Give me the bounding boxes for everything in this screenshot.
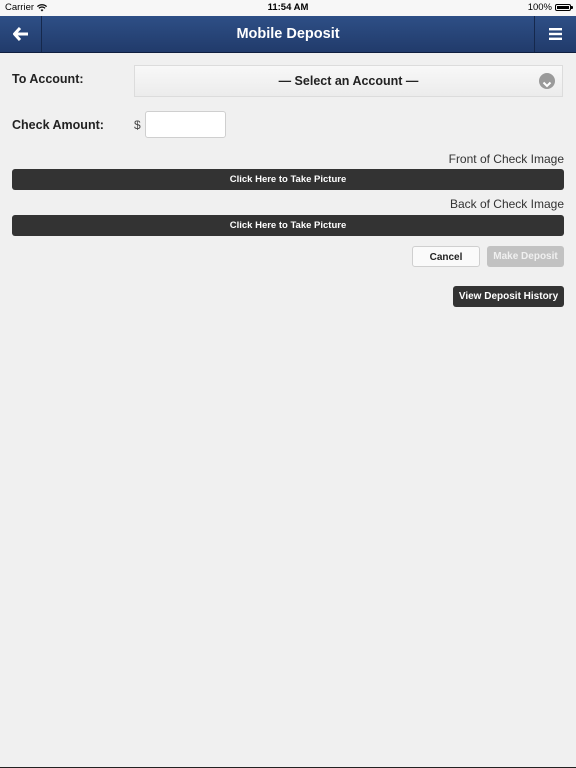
view-deposit-history-button[interactable]: View Deposit History (453, 286, 564, 307)
back-take-picture-button[interactable]: Click Here to Take Picture (12, 215, 564, 236)
account-select-value: — Select an Account — (278, 74, 419, 88)
back-image-caption: Back of Check Image (449, 197, 564, 211)
back-button[interactable] (0, 16, 42, 52)
hamburger-menu-icon (549, 28, 562, 40)
battery-icon (555, 4, 573, 11)
menu-button[interactable] (534, 16, 576, 52)
page-title: Mobile Deposit (236, 26, 340, 42)
header-bar: Mobile Deposit (0, 16, 576, 53)
front-image-caption: Front of Check Image (448, 152, 564, 166)
status-bar: Carrier 11:54 AM 100% (0, 0, 576, 17)
front-take-picture-button[interactable]: Click Here to Take Picture (12, 169, 564, 190)
check-amount-label: Check Amount: (12, 118, 104, 132)
account-select[interactable]: — Select an Account — (134, 65, 563, 97)
cancel-button[interactable]: Cancel (412, 246, 480, 267)
make-deposit-button[interactable]: Make Deposit (487, 246, 564, 267)
arrow-left-icon (12, 27, 28, 41)
to-account-label: To Account: (12, 72, 84, 86)
currency-symbol: $ (134, 118, 141, 132)
chevron-down-icon (539, 73, 555, 89)
clock: 11:54 AM (267, 2, 309, 13)
check-amount-input[interactable] (145, 111, 226, 138)
battery-percent: 100% (527, 2, 552, 13)
battery-info: 100% (527, 2, 573, 13)
